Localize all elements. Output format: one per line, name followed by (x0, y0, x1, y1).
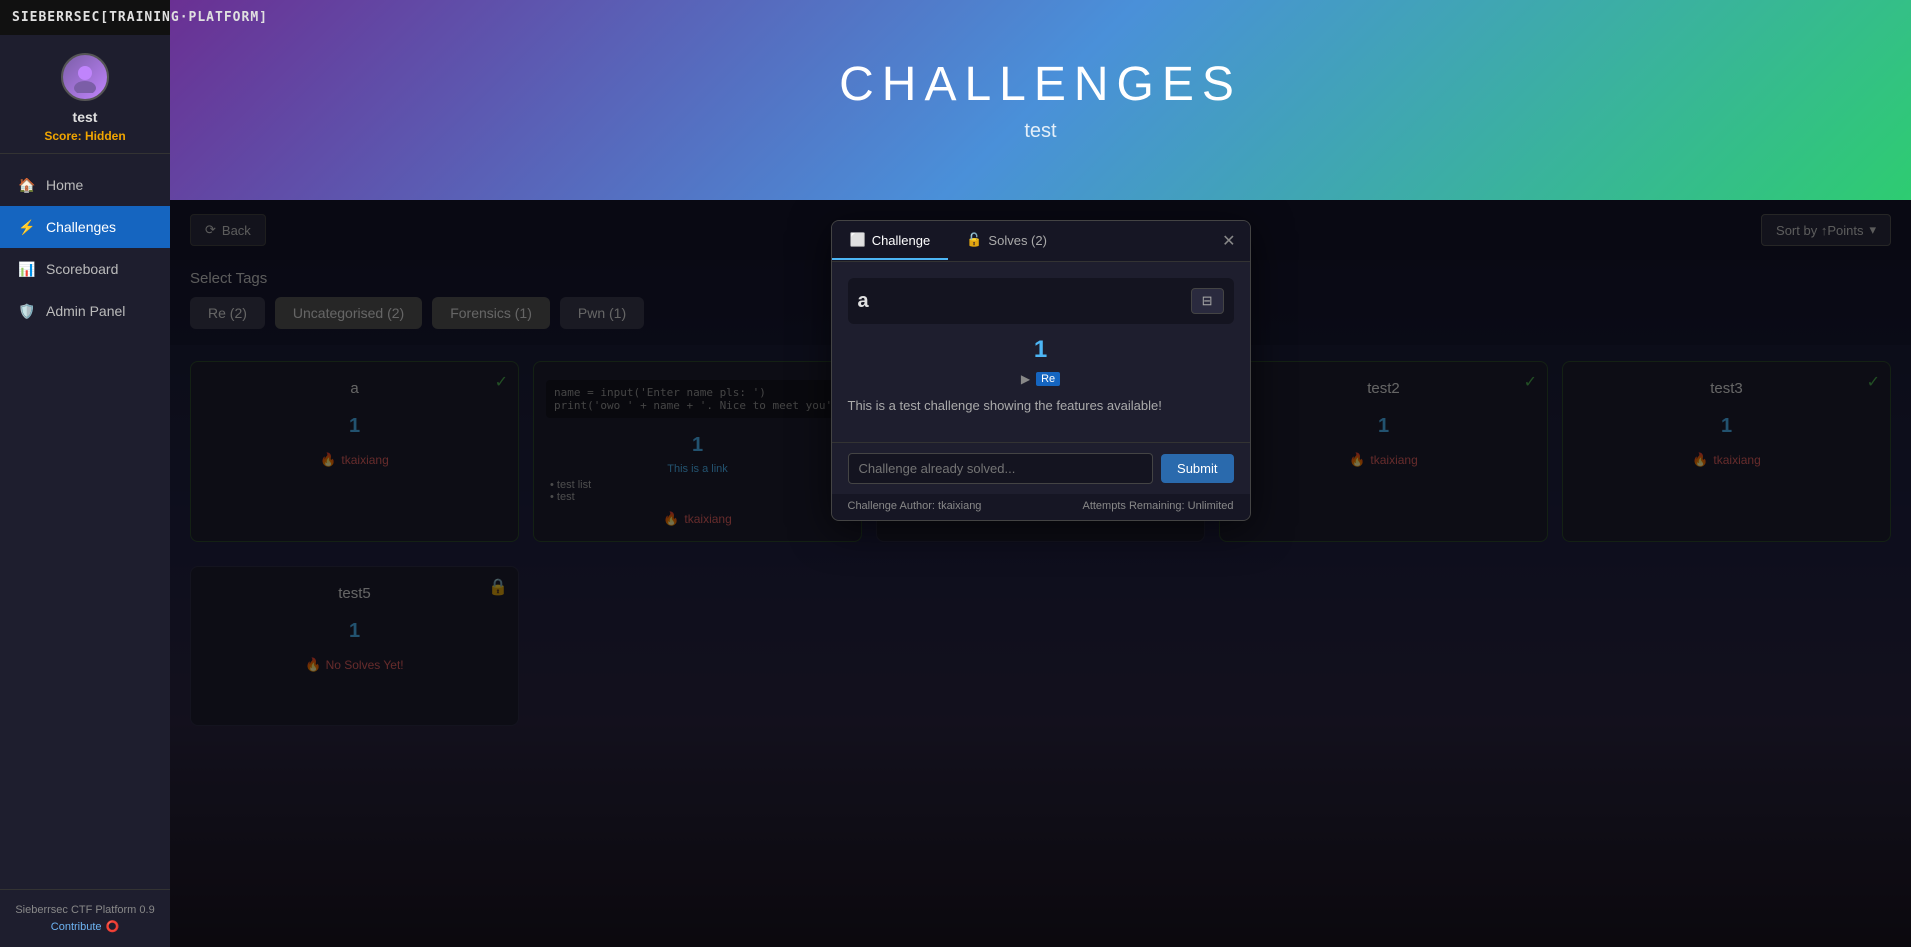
modal-body: a ⊟ 1 ▶ Re This is a test challenge show… (832, 262, 1250, 442)
sidebar-user: test Score: Hidden (0, 35, 170, 154)
main-content: CHALLENGES test ⟳ Back Sort by ↑Points ▾… (170, 0, 1911, 947)
flag-input[interactable] (848, 453, 1154, 484)
badge-icon: ⊟ (1202, 293, 1213, 308)
contribute-link[interactable]: Contribute ⭕ (12, 920, 158, 933)
platform-version: Sieberrsec CTF Platform 0.9 (12, 904, 158, 916)
sidebar-item-challenges[interactable]: ⚡ Challenges (0, 206, 170, 248)
re-badge: Re (1036, 372, 1060, 386)
modal-challenge-header: a ⊟ (848, 278, 1234, 324)
sidebar-item-label-challenges: Challenges (46, 219, 116, 235)
chart-icon: 📊 (18, 260, 36, 278)
modal-tab-solves-label: Solves (2) (988, 233, 1047, 248)
modal-meta: Challenge Author: tkaixiang Attempts Rem… (832, 494, 1250, 520)
modal-tab-challenge-label: Challenge (872, 233, 931, 248)
hero-banner: CHALLENGES test (170, 0, 1911, 200)
avatar (61, 53, 109, 101)
lock-tab-icon: 🔓 (966, 232, 982, 248)
sidebar-nav: 🏠 Home ⚡ Challenges 📊 Scoreboard 🛡️ Admi… (0, 164, 170, 889)
hero-subtitle: test (1024, 120, 1056, 143)
sidebar-logo: SIEBERRSEC[TRAINING·PLATFORM] (0, 0, 170, 35)
modal-points-badge: ⊟ (1191, 288, 1224, 314)
sidebar-score: Score: Hidden (44, 129, 125, 143)
sidebar-item-scoreboard[interactable]: 📊 Scoreboard (0, 248, 170, 290)
challenge-area: ⟳ Back Sort by ↑Points ▾ Select Tags Re … (170, 200, 1911, 947)
modal-points-val: 1 (848, 336, 1234, 364)
sidebar-item-label-scoreboard: Scoreboard (46, 261, 118, 277)
challenge-modal: ⬜ Challenge 🔓 Solves (2) ✕ a ⊟ (831, 220, 1251, 521)
modal-tab-solves[interactable]: 🔓 Solves (2) (948, 222, 1065, 260)
home-icon: 🏠 (18, 176, 36, 194)
sidebar-item-home[interactable]: 🏠 Home (0, 164, 170, 206)
sidebar-logo-text: SIEBERRSEC[TRAINING·PLATFORM] (12, 10, 158, 25)
modal-description: This is a test challenge showing the fea… (848, 396, 1234, 416)
sidebar-username: test (73, 109, 98, 125)
sidebar-footer: Sieberrsec CTF Platform 0.9 Contribute ⭕ (0, 889, 170, 947)
sidebar-item-label-home: Home (46, 177, 83, 193)
github-icon: ⭕ (106, 920, 120, 933)
modal-cursor-indicator: ▶ Re (848, 372, 1234, 386)
modal-attempts-label: Attempts Remaining: Unlimited (1082, 500, 1233, 512)
lightning-icon: ⚡ (18, 218, 36, 236)
hero-title: CHALLENGES (839, 57, 1242, 112)
sidebar-item-admin[interactable]: 🛡️ Admin Panel (0, 290, 170, 332)
modal-header: ⬜ Challenge 🔓 Solves (2) ✕ (832, 221, 1250, 262)
modal-tab-challenge[interactable]: ⬜ Challenge (832, 222, 949, 260)
submit-button[interactable]: Submit (1161, 454, 1233, 483)
puzzle-icon: ⬜ (850, 232, 866, 248)
shield-icon: 🛡️ (18, 302, 36, 320)
modal-challenge-name: a (858, 290, 869, 313)
modal-close-button[interactable]: ✕ (1208, 221, 1249, 261)
contribute-label: Contribute (51, 921, 102, 933)
sidebar-item-label-admin: Admin Panel (46, 303, 125, 319)
modal-author-label: Challenge Author: tkaixiang (848, 500, 982, 512)
modal-overlay: ⬜ Challenge 🔓 Solves (2) ✕ a ⊟ (170, 200, 1911, 947)
modal-footer: Submit (832, 442, 1250, 494)
sidebar: SIEBERRSEC[TRAINING·PLATFORM] test Score… (0, 0, 170, 947)
